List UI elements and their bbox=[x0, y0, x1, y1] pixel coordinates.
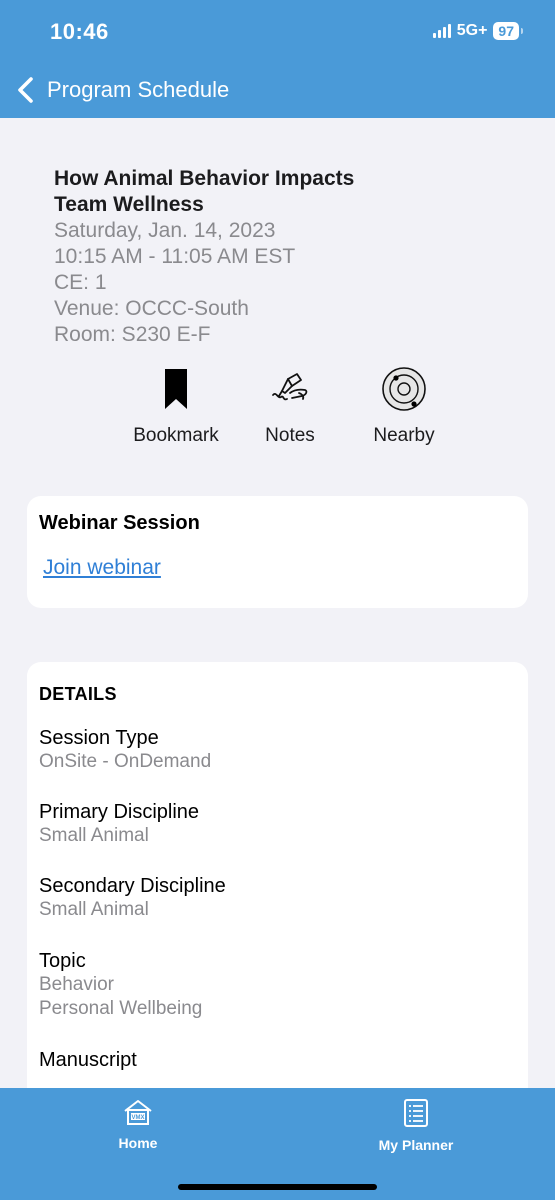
session-date: Saturday, Jan. 14, 2023 bbox=[54, 219, 276, 242]
status-bar: 10:46 5G+ 97 bbox=[0, 0, 555, 62]
detail-topic: Topic Behavior Personal Wellbeing bbox=[39, 949, 202, 1021]
detail-value: Personal Wellbeing bbox=[39, 998, 203, 1019]
bookmark-button[interactable]: Bookmark bbox=[116, 366, 236, 447]
session-venue: Venue: OCCC-South bbox=[54, 297, 249, 320]
pen-writing-icon bbox=[272, 373, 308, 401]
bookmark-icon bbox=[165, 369, 187, 409]
detail-label: Manuscript bbox=[39, 1049, 137, 1071]
session-actions: Bookmark Notes Nearby bbox=[0, 366, 555, 456]
webinar-heading: Webinar Session bbox=[39, 512, 200, 534]
notes-label: Notes bbox=[265, 425, 315, 446]
tab-home-label: Home bbox=[118, 1135, 158, 1151]
svg-text:VMX: VMX bbox=[131, 1115, 144, 1121]
network-label: 5G+ bbox=[456, 22, 488, 39]
session-info: How Animal Behavior Impacts Team Wellnes… bbox=[54, 166, 514, 348]
session-title-line-2: Team Wellness bbox=[54, 193, 204, 216]
vmx-house-icon: VMX bbox=[124, 1100, 152, 1125]
details-card: DETAILS Session Type OnSite - OnDemand P… bbox=[27, 662, 528, 1132]
nav-bar: Program Schedule bbox=[0, 68, 555, 112]
home-indicator bbox=[178, 1184, 377, 1190]
detail-label: Primary Discipline bbox=[39, 801, 200, 823]
detail-label: Secondary Discipline bbox=[39, 875, 226, 897]
detail-label: Topic bbox=[39, 950, 86, 972]
detail-primary-discipline: Primary Discipline Small Animal bbox=[39, 800, 199, 848]
battery-icon: 97 bbox=[493, 22, 523, 40]
session-room: Room: S230 E-F bbox=[54, 323, 211, 346]
detail-label: Session Type bbox=[39, 727, 159, 749]
webinar-card: Webinar Session Join webinar bbox=[27, 496, 528, 608]
notes-button[interactable]: Notes bbox=[230, 366, 350, 447]
chevron-left-icon[interactable] bbox=[14, 76, 38, 104]
back-button-label[interactable]: Program Schedule bbox=[47, 77, 229, 103]
status-indicators: 5G+ 97 bbox=[432, 22, 523, 40]
bookmark-label: Bookmark bbox=[133, 425, 219, 446]
detail-value: Small Animal bbox=[39, 899, 149, 920]
detail-value: Small Animal bbox=[39, 825, 149, 846]
detail-value: Behavior bbox=[39, 974, 114, 995]
app-header: 10:46 5G+ 97 Program Schedule bbox=[0, 0, 555, 118]
session-title-line-1: How Animal Behavior Impacts bbox=[54, 167, 355, 190]
detail-session-type: Session Type OnSite - OnDemand bbox=[39, 726, 211, 774]
detail-value: OnSite - OnDemand bbox=[39, 751, 212, 772]
join-webinar-link[interactable]: Join webinar bbox=[43, 556, 161, 580]
nearby-label: Nearby bbox=[373, 425, 435, 446]
tab-my-planner-label: My Planner bbox=[378, 1137, 454, 1153]
session-time: 10:15 AM - 11:05 AM EST bbox=[54, 245, 296, 268]
tab-home[interactable]: VMX Home bbox=[68, 1098, 208, 1151]
nearby-button[interactable]: Nearby bbox=[344, 366, 464, 447]
tab-my-planner[interactable]: My Planner bbox=[346, 1098, 486, 1153]
detail-secondary-discipline: Secondary Discipline Small Animal bbox=[39, 874, 226, 922]
status-time: 10:46 bbox=[50, 19, 109, 44]
session-ce: CE: 1 bbox=[54, 271, 107, 294]
location-radar-icon bbox=[382, 367, 426, 411]
planner-list-icon bbox=[404, 1099, 428, 1127]
details-heading: DETAILS bbox=[39, 684, 117, 704]
signal-icon bbox=[432, 24, 451, 38]
detail-manuscript: Manuscript bbox=[39, 1048, 137, 1072]
